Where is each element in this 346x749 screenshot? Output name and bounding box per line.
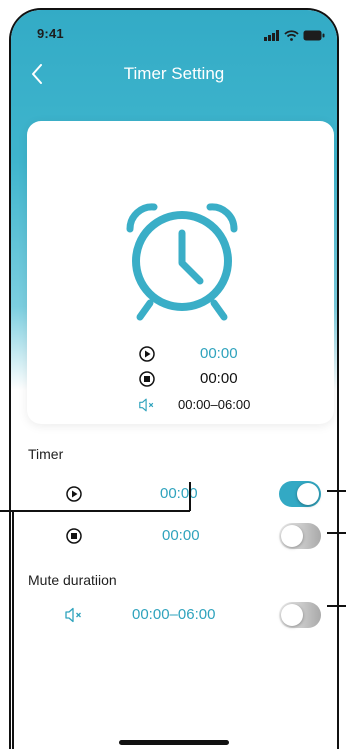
stop-timer-row: 00:00 bbox=[11, 522, 337, 550]
summary-start-row: 00:00 bbox=[27, 343, 334, 365]
summary-mute-row: 00:00–06:00 bbox=[27, 394, 334, 416]
callout-line bbox=[327, 605, 346, 607]
status-time: 9:41 bbox=[37, 26, 64, 41]
page-title: Timer Setting bbox=[123, 64, 225, 83]
play-icon bbox=[65, 485, 83, 503]
toggle-knob bbox=[281, 525, 303, 547]
stop-icon bbox=[138, 370, 156, 388]
summary-start-time: 00:00 bbox=[200, 345, 238, 362]
wifi-icon bbox=[284, 28, 299, 46]
phone-frame: 9:41 Timer Setting 00:00 00:00 00:00–06:… bbox=[9, 8, 339, 749]
callout-line bbox=[327, 490, 346, 492]
toggle-knob bbox=[297, 483, 319, 505]
mute-icon bbox=[138, 396, 156, 414]
mute-toggle[interactable] bbox=[279, 602, 321, 628]
callout-line bbox=[12, 510, 14, 749]
summary-stop-time: 00:00 bbox=[200, 370, 238, 387]
mute-duration-value[interactable]: 00:00–06:00 bbox=[132, 604, 215, 626]
summary-mute-duration: 00:00–06:00 bbox=[178, 397, 251, 412]
battery-icon bbox=[303, 28, 325, 46]
stop-time-value[interactable]: 00:00 bbox=[162, 525, 200, 547]
mute-duration-row: 00:00–06:00 bbox=[11, 601, 337, 629]
stop-timer-toggle[interactable] bbox=[279, 523, 321, 549]
start-time-value[interactable]: 00:00 bbox=[160, 483, 198, 505]
signal-icon bbox=[264, 28, 280, 46]
start-timer-row: 00:00 bbox=[11, 480, 337, 508]
callout-line bbox=[327, 532, 346, 534]
status-icons bbox=[264, 28, 325, 46]
mute-icon bbox=[63, 606, 85, 624]
stop-icon bbox=[65, 527, 83, 545]
mute-section-label: Mute duratiion bbox=[28, 572, 117, 588]
alarm-clock-icon bbox=[120, 199, 244, 323]
timer-section-label: Timer bbox=[28, 446, 64, 462]
start-timer-toggle[interactable] bbox=[279, 481, 321, 507]
summary-stop-row: 00:00 bbox=[27, 368, 334, 390]
home-indicator bbox=[119, 740, 229, 745]
toggle-knob bbox=[281, 604, 303, 626]
play-icon bbox=[138, 345, 156, 363]
callout-line bbox=[189, 482, 191, 511]
callout-line bbox=[0, 510, 190, 512]
timer-summary-card: 00:00 00:00 00:00–06:00 bbox=[27, 121, 334, 424]
